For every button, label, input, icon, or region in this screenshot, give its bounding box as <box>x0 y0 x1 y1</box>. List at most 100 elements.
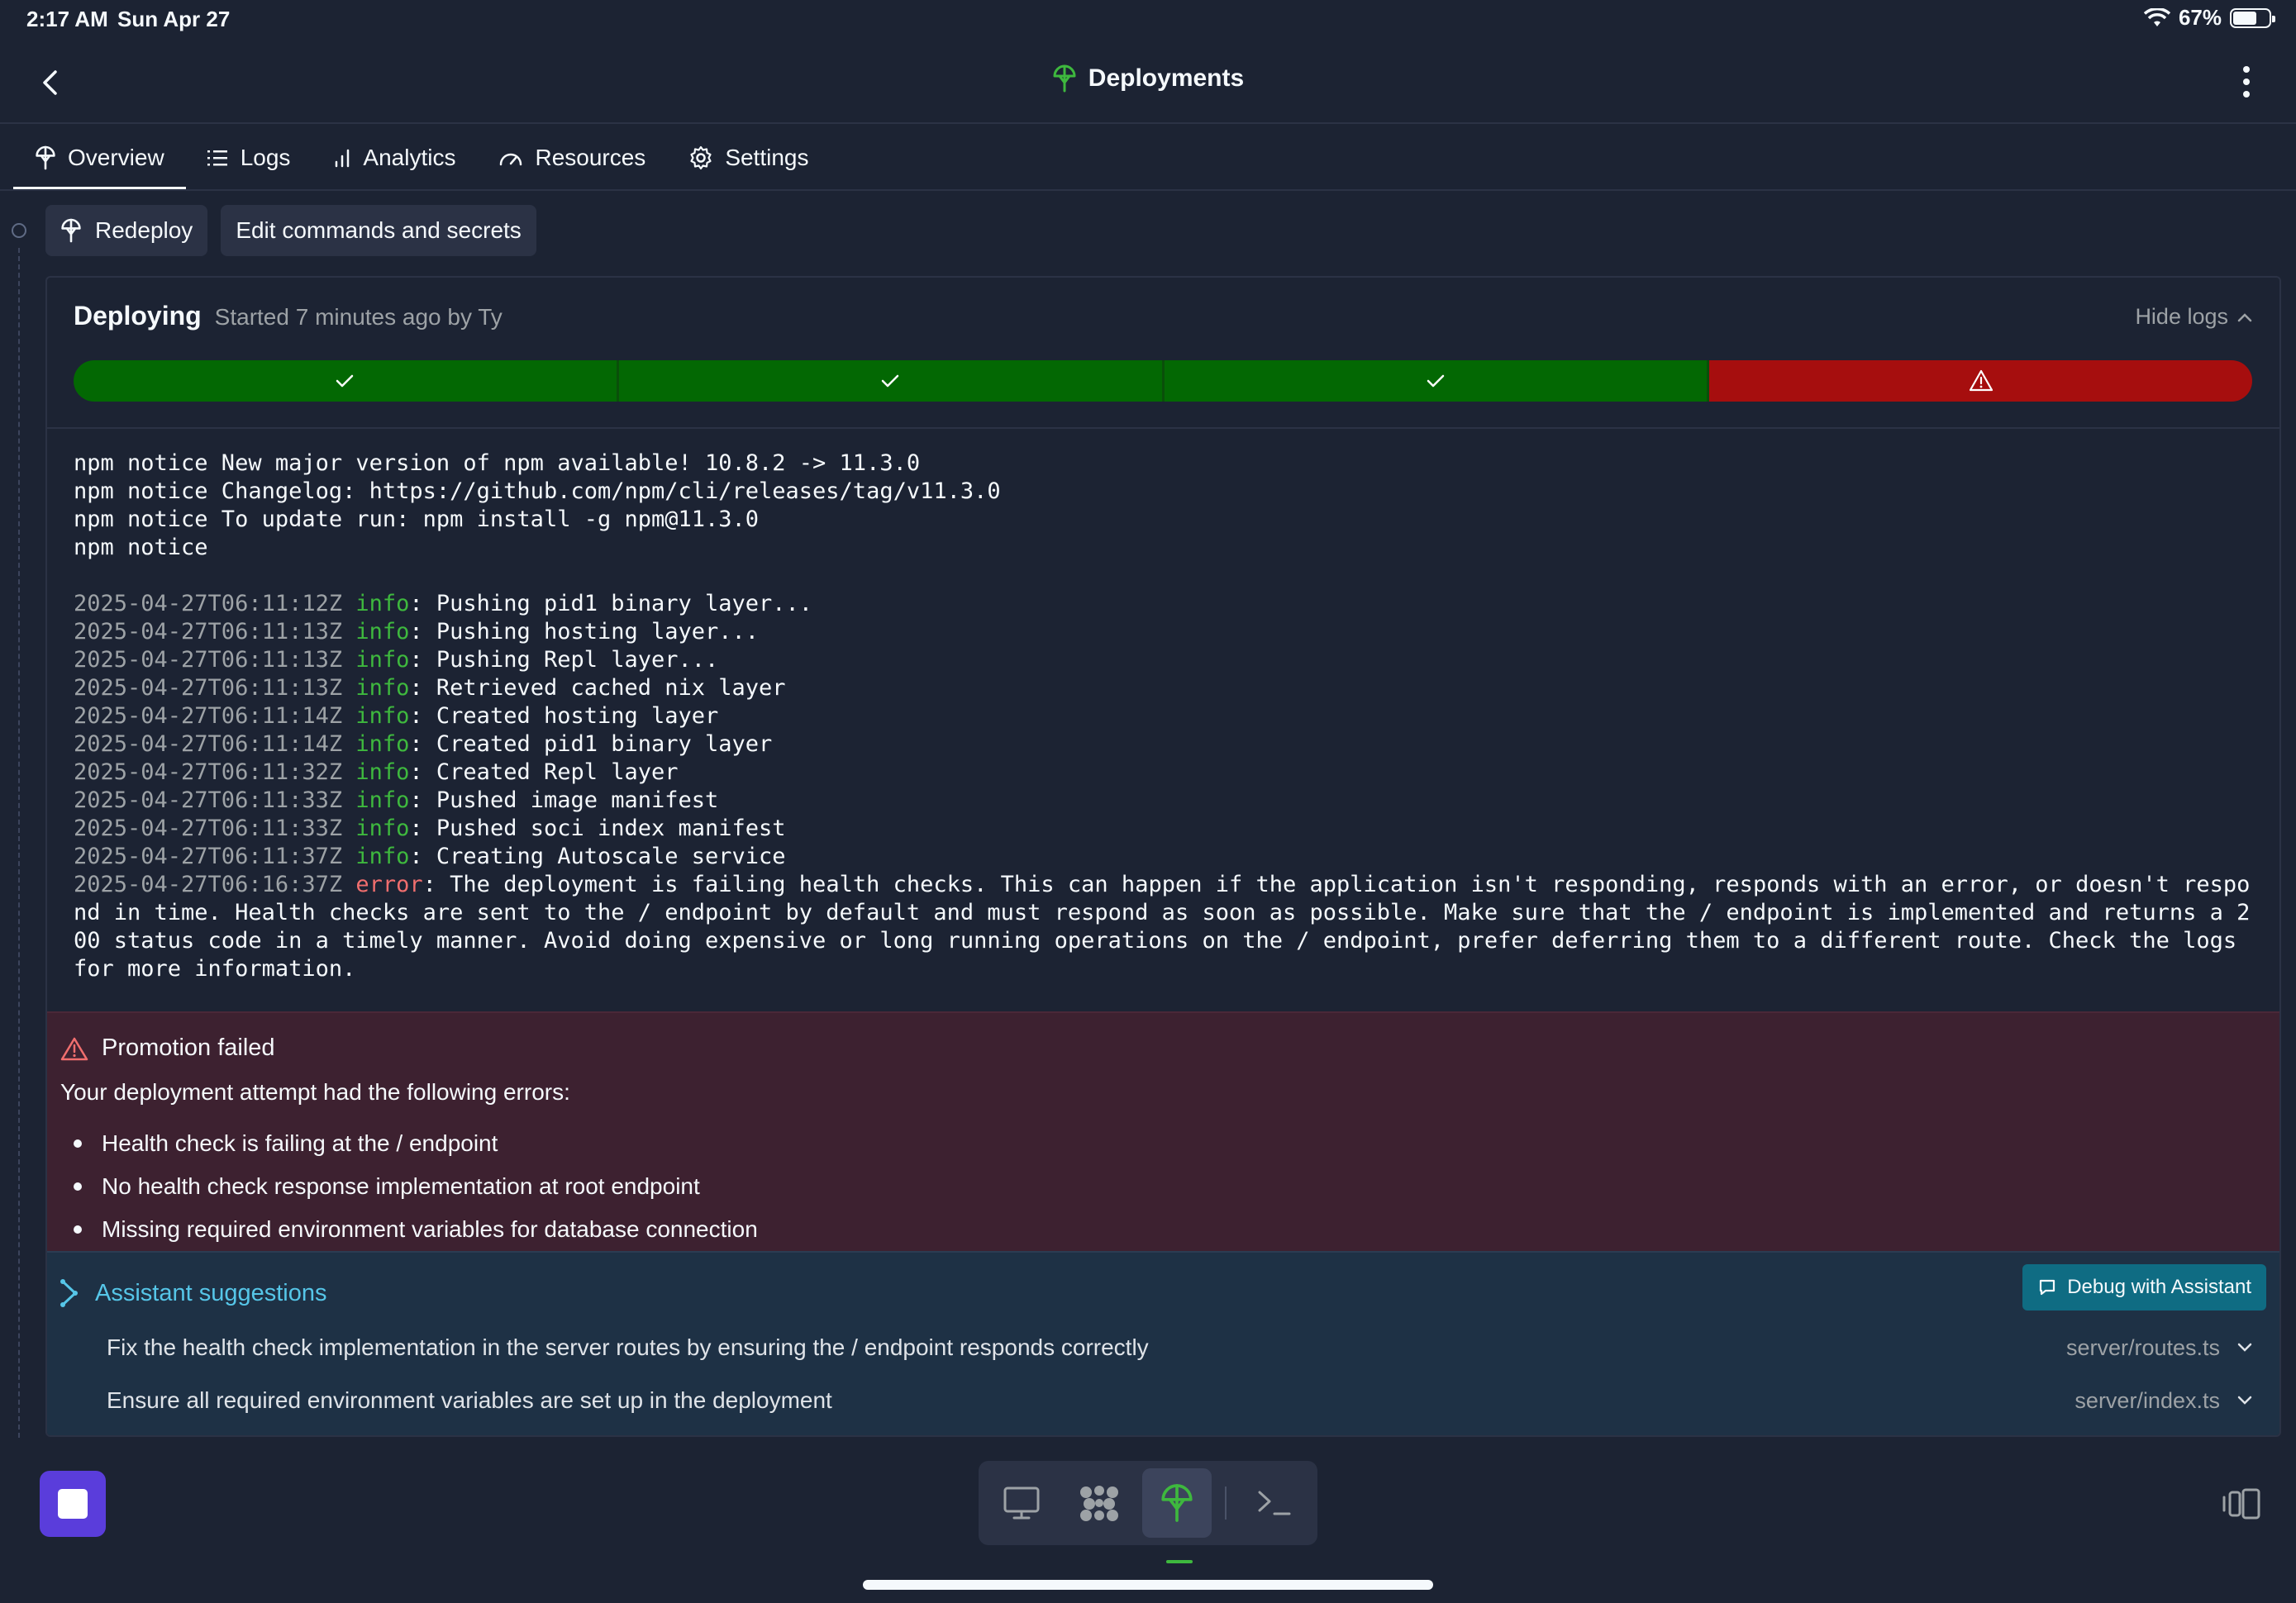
error-text: Health check is failing at the / endpoin… <box>102 1130 498 1156</box>
suggestion-text: Fix the health check implementation in t… <box>107 1334 1149 1360</box>
log-line: 2025-04-27T06:11:14Z info: Created pid1 … <box>74 730 2261 759</box>
log-timestamp: 2025-04-27T06:11:32Z <box>74 759 343 785</box>
progress-step-error <box>1707 360 2252 402</box>
deployment-progress <box>74 360 2252 402</box>
log-level: info <box>355 816 410 841</box>
hide-logs-button[interactable]: Hide logs <box>2135 304 2253 330</box>
deploy-icon <box>61 218 81 243</box>
bar-chart-icon <box>336 149 350 168</box>
top-bar: Deployments <box>0 41 2296 124</box>
log-message: : Pushing hosting layer... <box>409 619 760 645</box>
bottom-toolbar <box>0 1438 2296 1603</box>
dock-preview-button[interactable] <box>987 1468 1056 1538</box>
tab-resources[interactable]: Resources <box>477 126 667 190</box>
warning-icon <box>1969 369 1993 392</box>
debug-with-assistant-button[interactable]: Debug with Assistant <box>2022 1264 2266 1310</box>
split-view-button[interactable] <box>2220 1482 2263 1525</box>
list-item: Health check is failing at the / endpoin… <box>60 1122 758 1165</box>
page-title-text: Deployments <box>1088 64 1245 92</box>
log-timestamp: 2025-04-27T06:11:13Z <box>74 647 343 673</box>
suggestion-file[interactable]: server/routes.ts <box>2066 1335 2253 1361</box>
workspace-dock <box>979 1461 1317 1545</box>
suggestion-row[interactable]: Ensure all required environment variable… <box>107 1380 2253 1421</box>
battery-icon <box>2230 7 2275 28</box>
log-level: info <box>355 591 410 616</box>
redeploy-button[interactable]: Redeploy <box>45 205 208 256</box>
terminal-icon <box>1258 1491 1291 1515</box>
deployment-meta: Started 7 minutes ago by Ty <box>214 304 503 330</box>
tab-label: Settings <box>725 145 809 170</box>
list-item: Missing required environment variables f… <box>60 1208 758 1251</box>
suggestion-text: Ensure all required environment variable… <box>107 1387 832 1413</box>
tabs-divider <box>0 189 2296 191</box>
timeline-line <box>18 248 20 1438</box>
log-line: npm notice Changelog: https://github.com… <box>74 478 1001 504</box>
status-bar: 2:17 AM Sun Apr 27 67% <box>0 0 2296 41</box>
log-message: : Pushed image manifest <box>409 787 719 813</box>
tab-label: Overview <box>68 145 164 170</box>
check-icon <box>881 374 899 388</box>
chevron-down-icon <box>2237 1396 2252 1405</box>
log-level: info <box>355 787 410 813</box>
tab-label: Analytics <box>363 145 456 170</box>
tab-overview[interactable]: Overview <box>13 126 186 190</box>
dock-terminal-button[interactable] <box>1240 1468 1309 1538</box>
log-message: : Created pid1 binary layer <box>409 731 773 757</box>
dock-separator <box>1225 1486 1227 1520</box>
progress-step-success <box>1161 360 1708 402</box>
split-view-icon <box>2222 1488 2260 1520</box>
suggestion-file-label: server/index.ts <box>2074 1387 2220 1413</box>
edit-commands-button[interactable]: Edit commands and secrets <box>221 205 536 256</box>
tab-label: Logs <box>240 145 291 170</box>
log-message: : Created Repl layer <box>409 759 679 785</box>
log-message: : Created hosting layer <box>409 703 719 729</box>
log-level: info <box>355 647 410 673</box>
log-message: : Retrieved cached nix layer <box>409 675 786 701</box>
progress-step-success <box>74 360 617 402</box>
deploy-icon <box>1161 1484 1193 1522</box>
dock-deployments-button[interactable] <box>1142 1468 1212 1538</box>
progress-step-success <box>616 360 1162 402</box>
assistant-suggestions: Assistant suggestions Debug with Assista… <box>47 1251 2279 1435</box>
chevron-down-icon <box>2237 1343 2252 1352</box>
check-icon <box>1427 374 1445 388</box>
log-line: 2025-04-27T06:11:32Z info: Created Repl … <box>74 759 2261 787</box>
warning-icon <box>60 1037 88 1060</box>
log-line: npm notice <box>74 535 208 560</box>
log-timestamp: 2025-04-27T06:11:12Z <box>74 591 343 616</box>
dock-files-button[interactable] <box>1065 1468 1134 1538</box>
more-menu-button[interactable] <box>2230 61 2263 102</box>
log-level: error <box>355 872 423 897</box>
timeline-dot <box>12 223 26 238</box>
gear-icon <box>690 145 712 170</box>
tab-bar: Overview Logs Analytics Resources Settin… <box>13 126 830 190</box>
log-timestamp: 2025-04-27T06:11:13Z <box>74 619 343 645</box>
assistant-title: Assistant suggestions <box>95 1279 327 1306</box>
log-line: 2025-04-27T06:11:13Z info: Retrieved cac… <box>74 674 2261 702</box>
chevron-up-icon <box>2237 312 2252 321</box>
stop-button[interactable] <box>40 1471 106 1537</box>
tab-analytics[interactable]: Analytics <box>312 126 477 190</box>
deployment-actions: Redeploy Edit commands and secrets <box>45 205 536 256</box>
error-text: No health check response implementation … <box>102 1173 700 1199</box>
log-line: 2025-04-27T06:11:33Z info: Pushed soci i… <box>74 815 2261 843</box>
log-line: 2025-04-27T06:16:37Z error: The deployme… <box>74 871 2261 983</box>
tab-settings[interactable]: Settings <box>667 126 830 190</box>
log-line: 2025-04-27T06:11:13Z info: Pushing hosti… <box>74 618 2261 646</box>
suggestion-file[interactable]: server/index.ts <box>2074 1388 2253 1414</box>
log-spacer <box>74 562 2261 590</box>
page-title: Deployments <box>0 64 2296 93</box>
promotion-failed-intro: Your deployment attempt had the followin… <box>60 1079 570 1105</box>
tab-logs[interactable]: Logs <box>186 126 312 190</box>
grid-blob-icon <box>1080 1486 1118 1521</box>
deployment-panel: Deploying Started 7 minutes ago by Ty Hi… <box>45 276 2281 1437</box>
suggestion-file-label: server/routes.ts <box>2065 1334 2220 1360</box>
promotion-failed-title: Promotion failed <box>102 1035 275 1061</box>
suggestion-row[interactable]: Fix the health check implementation in t… <box>107 1327 2253 1368</box>
log-line: 2025-04-27T06:11:14Z info: Created hosti… <box>74 702 2261 730</box>
log-line: 2025-04-27T06:11:37Z info: Creating Auto… <box>74 843 2261 871</box>
wifi-icon <box>2143 7 2170 26</box>
home-indicator[interactable] <box>863 1580 1433 1590</box>
promotion-failed-box: Promotion failed Your deployment attempt… <box>47 1011 2279 1251</box>
log-level: info <box>355 703 410 729</box>
